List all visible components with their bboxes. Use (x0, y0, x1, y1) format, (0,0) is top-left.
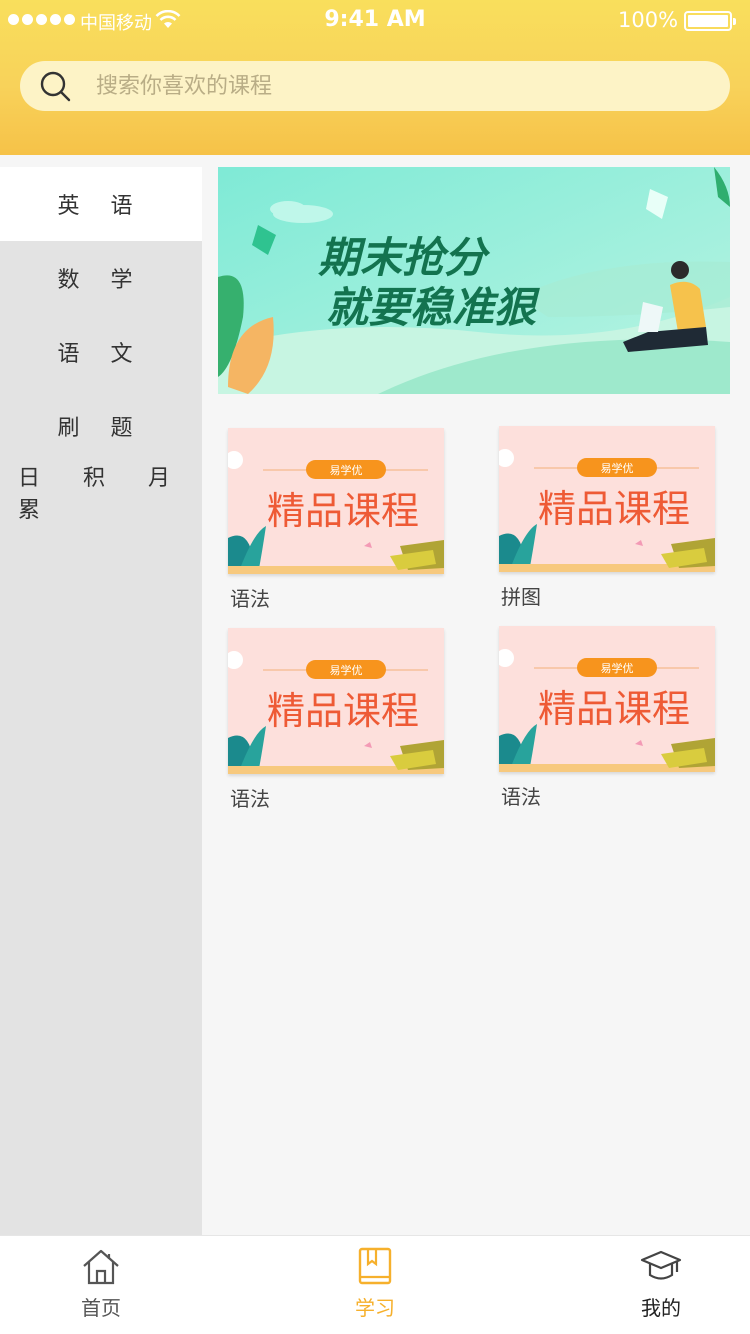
course-title: 精品课程 (267, 689, 419, 733)
course-title: 精品课程 (538, 487, 690, 531)
course-card[interactable]: 易学优 精品课程 语法 (228, 628, 444, 812)
promo-banner[interactable]: 期末抢分 就要稳准狠 (218, 167, 730, 394)
course-thumbnail[interactable]: 易学优 精品课程 (228, 428, 444, 574)
status-bar: 中国移动 9:41 AM 100% (0, 0, 750, 40)
book-icon (358, 1247, 392, 1285)
tab-label: 首页 (81, 1296, 121, 1320)
course-badge: 易学优 (601, 461, 634, 475)
course-badge: 易学优 (330, 463, 363, 477)
tab-label: 学习 (355, 1296, 395, 1320)
sidebar-item-label: 刷 题 (57, 416, 145, 441)
sidebar-item-label: 语 文 (57, 342, 145, 367)
sidebar-item-label: 日 积 月 累 (18, 466, 188, 523)
course-thumbnail[interactable]: 易学优 精品课程 (499, 626, 715, 772)
home-icon (83, 1249, 119, 1285)
course-name[interactable]: 拼图 (499, 581, 715, 610)
tab-mine[interactable]: 我的 (601, 1246, 721, 1321)
course-thumbnail[interactable]: 易学优 精品课程 (228, 628, 444, 774)
sidebar-item-label: 英 语 (57, 194, 145, 219)
course-card[interactable]: 易学优 精品课程 拼图 (499, 426, 715, 610)
course-name[interactable]: 语法 (228, 783, 444, 812)
sidebar-item-practice[interactable]: 刷 题 (0, 389, 202, 463)
tab-label: 我的 (641, 1296, 681, 1320)
battery-icon (684, 11, 736, 31)
header: 中国移动 9:41 AM 100% (0, 0, 750, 155)
bottom-tab-bar: 首页 学习 我的 (0, 1235, 750, 1334)
course-card[interactable]: 易学优 精品课程 语法 (499, 626, 715, 810)
search-icon[interactable] (38, 69, 72, 103)
banner-headline-line1: 期末抢分 (318, 233, 491, 282)
category-sidebar: 英 语 数 学 语 文 刷 题 日 积 月 累 (0, 167, 202, 1235)
sidebar-item-english[interactable]: 英 语 (0, 167, 202, 241)
search-bar[interactable] (20, 61, 730, 111)
course-card[interactable]: 易学优 精品课程 语法 (228, 428, 444, 612)
banner-illustration: 期末抢分 就要稳准狠 (218, 167, 730, 394)
course-badge: 易学优 (601, 661, 634, 675)
course-title: 精品课程 (538, 687, 690, 731)
course-name[interactable]: 语法 (499, 781, 715, 810)
sidebar-item-daily-accumulation[interactable]: 日 积 月 累 (0, 463, 202, 523)
tab-study[interactable]: 学习 (315, 1246, 435, 1321)
course-thumbnail[interactable]: 易学优 精品课程 (499, 426, 715, 572)
search-input[interactable] (96, 73, 656, 99)
sidebar-item-label: 数 学 (57, 268, 145, 293)
graduation-cap-icon (640, 1250, 682, 1280)
course-badge: 易学优 (330, 663, 363, 677)
sidebar-item-chinese[interactable]: 语 文 (0, 315, 202, 389)
banner-headline-line2: 就要稳准狠 (326, 283, 540, 332)
battery-percent: 100% (618, 8, 679, 32)
course-name[interactable]: 语法 (228, 583, 444, 612)
tab-home[interactable]: 首页 (41, 1246, 161, 1321)
sidebar-item-math[interactable]: 数 学 (0, 241, 202, 315)
course-title: 精品课程 (267, 489, 419, 533)
